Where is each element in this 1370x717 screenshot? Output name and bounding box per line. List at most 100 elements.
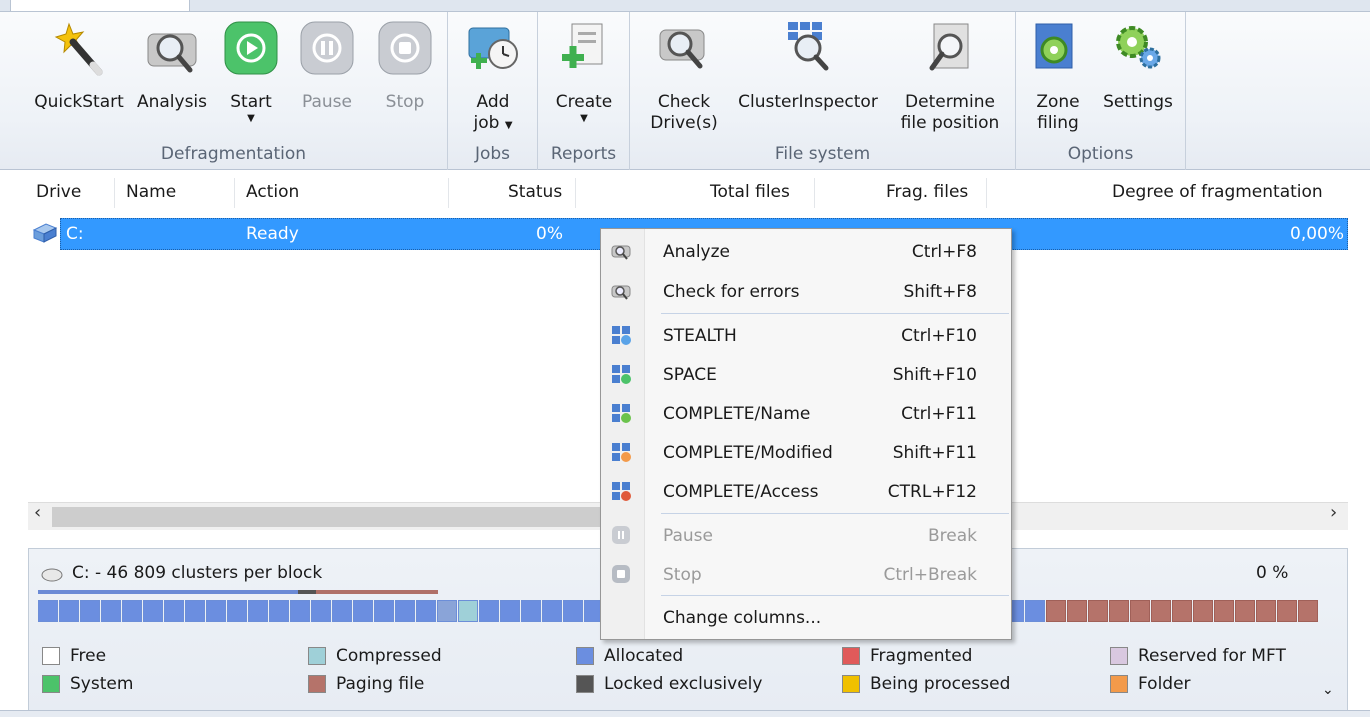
cluster-inspector-button[interactable]: ClusterInspector <box>730 18 886 113</box>
zone-filing-button[interactable]: Zone filing <box>1028 18 1088 134</box>
column-header-drive[interactable]: Drive <box>36 182 81 202</box>
chevron-down-icon[interactable]: ⌄ <box>1322 682 1334 698</box>
menu-item-complete-modified[interactable]: COMPLETE/Modified Shift+F11 <box>601 434 1011 470</box>
cluster-block[interactable] <box>1256 600 1276 622</box>
check-drives-button[interactable]: Check Drive(s) <box>644 18 724 134</box>
column-divider[interactable] <box>814 178 815 208</box>
cluster-block[interactable] <box>332 600 352 622</box>
cluster-block[interactable] <box>311 600 331 622</box>
column-header-name[interactable]: Name <box>126 182 176 202</box>
legend-system: System <box>42 674 133 694</box>
cluster-block[interactable] <box>248 600 268 622</box>
column-header-total-files[interactable]: Total files <box>710 182 790 202</box>
add-job-clock-icon <box>468 27 518 69</box>
create-report-button[interactable]: Create ▼ <box>548 18 620 125</box>
column-divider[interactable] <box>448 178 449 208</box>
bottom-tab-strip[interactable] <box>0 710 1370 717</box>
cluster-block[interactable] <box>416 600 436 622</box>
menu-item-check-errors[interactable]: Check for errors Shift+F8 <box>601 273 1011 309</box>
cluster-block[interactable] <box>500 600 520 622</box>
menu-item-complete-access[interactable]: COMPLETE/Access CTRL+F12 <box>601 473 1011 509</box>
cluster-block[interactable] <box>80 600 100 622</box>
menu-item-analyze[interactable]: Analyze Ctrl+F8 <box>601 233 1011 269</box>
column-header-frag-files[interactable]: Frag. files <box>886 182 968 202</box>
cluster-block[interactable] <box>1298 600 1318 622</box>
legend-folder: Folder <box>1110 674 1191 694</box>
cluster-block[interactable] <box>1193 600 1213 622</box>
legend-free: Free <box>42 646 106 666</box>
cluster-block[interactable] <box>143 600 163 622</box>
menu-separator <box>661 595 1009 597</box>
disk-icon <box>41 568 63 582</box>
menu-item-space[interactable]: SPACE Shift+F10 <box>601 356 1011 392</box>
quickstart-button[interactable]: QuickStart <box>28 18 130 113</box>
cluster-block[interactable] <box>479 600 499 622</box>
cluster-block[interactable] <box>1025 600 1045 622</box>
column-header-action[interactable]: Action <box>246 182 299 202</box>
defrag-red-icon <box>612 482 631 501</box>
map-percent: 0 % <box>1256 563 1289 583</box>
menu-item-stealth[interactable]: STEALTH Ctrl+F10 <box>601 317 1011 353</box>
add-job-button[interactable]: Add job ▼ <box>458 18 528 136</box>
cluster-block[interactable] <box>1046 600 1066 622</box>
column-header-degree[interactable]: Degree of fragmentation <box>1112 182 1323 202</box>
scroll-left-icon[interactable]: ‹ <box>34 502 41 523</box>
analysis-button[interactable]: Analysis <box>132 18 212 113</box>
cluster-block[interactable] <box>458 600 478 622</box>
scrollbar-thumb[interactable] <box>52 507 632 527</box>
cluster-block[interactable] <box>185 600 205 622</box>
cluster-block[interactable] <box>1067 600 1087 622</box>
cluster-block[interactable] <box>269 600 289 622</box>
cluster-block[interactable] <box>563 600 583 622</box>
legend-swatch <box>1110 647 1128 665</box>
cluster-block[interactable] <box>59 600 79 622</box>
column-divider[interactable] <box>986 178 987 208</box>
cluster-block[interactable] <box>122 600 142 622</box>
cluster-block[interactable] <box>1277 600 1297 622</box>
cluster-block[interactable] <box>1088 600 1108 622</box>
menu-item-change-columns[interactable]: Change columns... <box>601 599 1011 635</box>
progress-allocated <box>38 590 298 594</box>
cluster-block[interactable] <box>38 600 58 622</box>
cluster-block[interactable] <box>1130 600 1150 622</box>
pause-icon <box>300 21 354 75</box>
cluster-block[interactable] <box>290 600 310 622</box>
cluster-block[interactable] <box>521 600 541 622</box>
stop-button[interactable]: Stop <box>370 18 440 113</box>
ribbon-group-file-system: Check Drive(s) ClusterInspector Determin… <box>630 12 1016 170</box>
gear-icon <box>1116 26 1161 69</box>
column-header-status[interactable]: Status <box>508 182 562 202</box>
column-divider[interactable] <box>234 178 235 208</box>
cluster-block[interactable] <box>374 600 394 622</box>
pause-button[interactable]: Pause <box>292 18 362 113</box>
settings-button[interactable]: Settings <box>1098 18 1178 113</box>
cluster-block[interactable] <box>1172 600 1192 622</box>
chevron-down-icon: ▼ <box>247 113 255 124</box>
cluster-block[interactable] <box>542 600 562 622</box>
menu-item-pause[interactable]: Pause Break <box>601 517 1011 553</box>
column-divider[interactable] <box>114 178 115 208</box>
cluster-block[interactable] <box>1214 600 1234 622</box>
menu-item-stop[interactable]: Stop Ctrl+Break <box>601 556 1011 592</box>
ribbon-group-jobs: Add job ▼ Jobs <box>448 12 538 170</box>
magic-wand-icon <box>54 22 103 76</box>
cluster-block[interactable] <box>437 600 457 622</box>
cluster-block[interactable] <box>1151 600 1171 622</box>
column-divider[interactable] <box>575 178 576 208</box>
cluster-block[interactable] <box>227 600 247 622</box>
cluster-block[interactable] <box>1235 600 1255 622</box>
cluster-block[interactable] <box>101 600 121 622</box>
create-report-icon <box>562 23 603 68</box>
row-degree: 0,00% <box>1290 224 1345 244</box>
cluster-block[interactable] <box>164 600 184 622</box>
menu-item-complete-name[interactable]: COMPLETE/Name Ctrl+F11 <box>601 395 1011 431</box>
determine-file-position-button[interactable]: Determine file position <box>892 18 1008 134</box>
cluster-block[interactable] <box>206 600 226 622</box>
cluster-block[interactable] <box>395 600 415 622</box>
cluster-block[interactable] <box>353 600 373 622</box>
ribbon-active-tab[interactable] <box>10 0 190 12</box>
start-button[interactable]: Start ▼ <box>218 18 284 125</box>
analysis-magnifier-icon <box>147 33 197 73</box>
cluster-block[interactable] <box>1109 600 1129 622</box>
scroll-right-icon[interactable]: › <box>1330 502 1337 523</box>
